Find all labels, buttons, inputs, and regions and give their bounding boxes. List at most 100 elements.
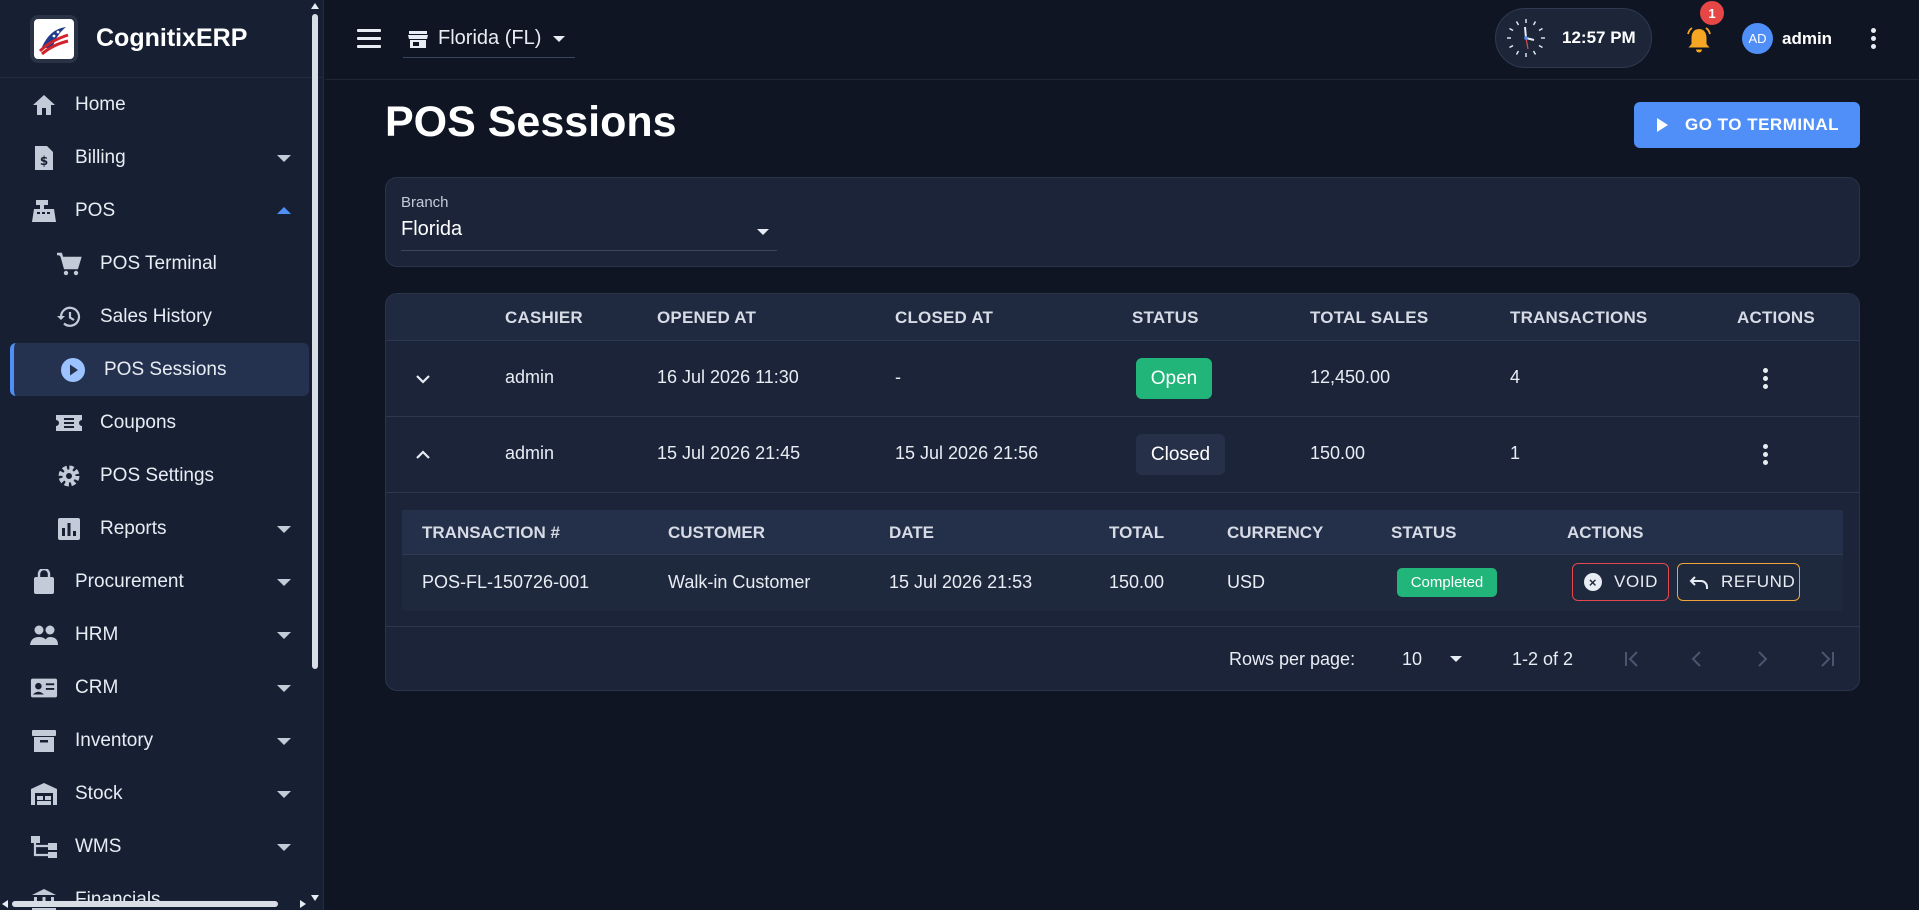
opened-at-cell: 16 Jul 2026 11:30: [657, 367, 799, 387]
previous-page-icon[interactable]: [1686, 648, 1708, 670]
scrollbar-thumb[interactable]: [312, 14, 318, 669]
chevron-down-icon: [277, 631, 291, 639]
scrollbar-thumb[interactable]: [12, 901, 278, 907]
bell-icon[interactable]: [1685, 26, 1713, 54]
branch-filter-value: Florida: [401, 218, 463, 240]
sidebar-item-label: Home: [75, 93, 126, 115]
undo-icon: [1689, 576, 1708, 589]
sidebar-item-reports[interactable]: Reports: [0, 502, 323, 555]
total-sales-cell: 150.00: [1310, 443, 1366, 463]
total-cell: 150.00: [1109, 572, 1165, 592]
sidebar-item-label: Procurement: [75, 570, 184, 592]
bar-chart-icon: [55, 515, 83, 543]
sidebar-item-procurement[interactable]: Procurement: [0, 555, 323, 608]
chevron-down-icon: [553, 35, 566, 42]
branch-selector-value: Florida (FL): [438, 27, 542, 49]
scroll-up-arrow-icon[interactable]: [311, 3, 319, 9]
cash-register-icon: [30, 197, 58, 225]
rows-per-page-select[interactable]: 10: [1402, 643, 1466, 675]
sidebar-item-label: POS Settings: [100, 464, 215, 486]
go-to-terminal-label: GO TO TERMINAL: [1685, 115, 1840, 134]
last-page-icon[interactable]: [1816, 648, 1838, 670]
sidebar-item-label: Stock: [75, 782, 123, 804]
brand[interactable]: CognitixERP: [0, 0, 323, 78]
branch-filter-select[interactable]: Florida: [401, 216, 777, 251]
refund-button[interactable]: REFUND: [1677, 563, 1800, 601]
chevron-down-icon: [277, 843, 291, 851]
sidebar-item-label: CRM: [75, 676, 119, 698]
column-header-status[interactable]: STATUS: [1132, 308, 1199, 328]
sidebar-item-billing[interactable]: $ Billing: [0, 131, 323, 184]
column-header-total-sales[interactable]: TOTAL SALES: [1310, 308, 1428, 328]
customer-cell: Walk-in Customer: [668, 572, 811, 592]
branch-selector[interactable]: Florida (FL): [403, 20, 575, 58]
chevron-down-icon: [1450, 656, 1462, 662]
sidebar-item-wms[interactable]: WMS: [0, 820, 323, 873]
next-page-icon[interactable]: [1751, 648, 1773, 670]
sidebar-item-label: POS Sessions: [104, 358, 227, 380]
row-actions-icon[interactable]: [1763, 444, 1769, 466]
chevron-down-icon: [277, 790, 291, 798]
sidebar-item-pos-sessions[interactable]: POS Sessions: [10, 343, 309, 396]
go-to-terminal-button[interactable]: GO TO TERMINAL: [1634, 102, 1860, 148]
void-button[interactable]: × VOID: [1572, 563, 1669, 601]
sidebar: CognitixERP Home $ Billing POS POS Termi…: [0, 0, 324, 910]
app-name: CognitixERP: [96, 24, 248, 52]
branch-filter-label: Branch: [401, 194, 449, 211]
more-options-icon[interactable]: [1871, 28, 1877, 50]
sidebar-nav: Home $ Billing POS POS Terminal Sales Hi…: [0, 78, 323, 910]
column-header-closed-at[interactable]: CLOSED AT: [895, 308, 993, 328]
user-menu[interactable]: AD admin: [1742, 23, 1832, 54]
sidebar-item-label: Inventory: [75, 729, 154, 751]
archive-icon: [30, 727, 58, 755]
transactions-cell: 1: [1510, 443, 1521, 463]
rows-per-page-label: Rows per page:: [1229, 649, 1356, 669]
top-bar: Florida (FL) 12:57 PM 1 AD admin: [325, 0, 1919, 80]
transactions-header: TRANSACTION # CUSTOMER DATE TOTAL CURREN…: [402, 510, 1843, 555]
sidebar-item-pos-settings[interactable]: POS Settings: [0, 449, 323, 502]
sidebar-horizontal-scrollbar[interactable]: [0, 898, 318, 910]
status-badge: Closed: [1136, 434, 1225, 475]
sidebar-item-pos[interactable]: POS: [0, 184, 323, 237]
sidebar-item-inventory[interactable]: Inventory: [0, 714, 323, 767]
sidebar-item-label: Sales History: [100, 305, 212, 327]
cashier-cell: admin: [505, 443, 555, 463]
sidebar-scrollbar[interactable]: [311, 0, 319, 905]
hierarchy-icon: [30, 833, 58, 861]
scroll-right-arrow-icon[interactable]: [300, 900, 306, 908]
billing-icon: $: [30, 144, 58, 172]
collapse-row-chevron-icon[interactable]: [414, 446, 432, 464]
chevron-up-icon: [277, 206, 291, 214]
sidebar-item-crm[interactable]: CRM: [0, 661, 323, 714]
sidebar-item-home[interactable]: Home: [0, 78, 323, 131]
chevron-down-icon: [277, 525, 291, 533]
column-header-currency: CURRENCY: [1227, 523, 1324, 542]
chevron-down-icon: [757, 229, 769, 235]
scroll-left-arrow-icon[interactable]: [2, 900, 8, 908]
ticket-icon: [55, 409, 83, 437]
sidebar-item-sales-history[interactable]: Sales History: [0, 290, 323, 343]
clock-time: 12:57 PM: [1562, 28, 1636, 47]
column-header-opened-at[interactable]: OPENED AT: [657, 308, 756, 328]
svg-text:$: $: [40, 154, 48, 168]
menu-toggle-icon[interactable]: [357, 29, 381, 49]
sidebar-item-coupons[interactable]: Coupons: [0, 396, 323, 449]
first-page-icon[interactable]: [1621, 648, 1643, 670]
transactions-cell: 4: [1510, 367, 1521, 387]
history-icon: [55, 303, 83, 331]
sidebar-item-label: WMS: [75, 835, 122, 857]
row-actions-icon[interactable]: [1763, 368, 1769, 390]
column-header-transactions[interactable]: TRANSACTIONS: [1510, 308, 1647, 328]
refund-label: REFUND: [1721, 572, 1796, 591]
sidebar-item-stock[interactable]: Stock: [0, 767, 323, 820]
table-header: CASHIER OPENED AT CLOSED AT STATUS TOTAL…: [386, 294, 1859, 341]
sidebar-item-pos-terminal[interactable]: POS Terminal: [0, 237, 323, 290]
expand-row-chevron-icon[interactable]: [414, 370, 432, 388]
sidebar-item-hrm[interactable]: HRM: [0, 608, 323, 661]
column-header-cashier[interactable]: CASHIER: [505, 308, 583, 328]
pagination: Rows per page: 10 1-2 of 2: [386, 627, 1859, 690]
play-circle-icon: [59, 356, 87, 384]
sessions-table: CASHIER OPENED AT CLOSED AT STATUS TOTAL…: [385, 293, 1860, 691]
closed-at-cell: -: [895, 367, 901, 387]
chevron-down-icon: [277, 684, 291, 692]
